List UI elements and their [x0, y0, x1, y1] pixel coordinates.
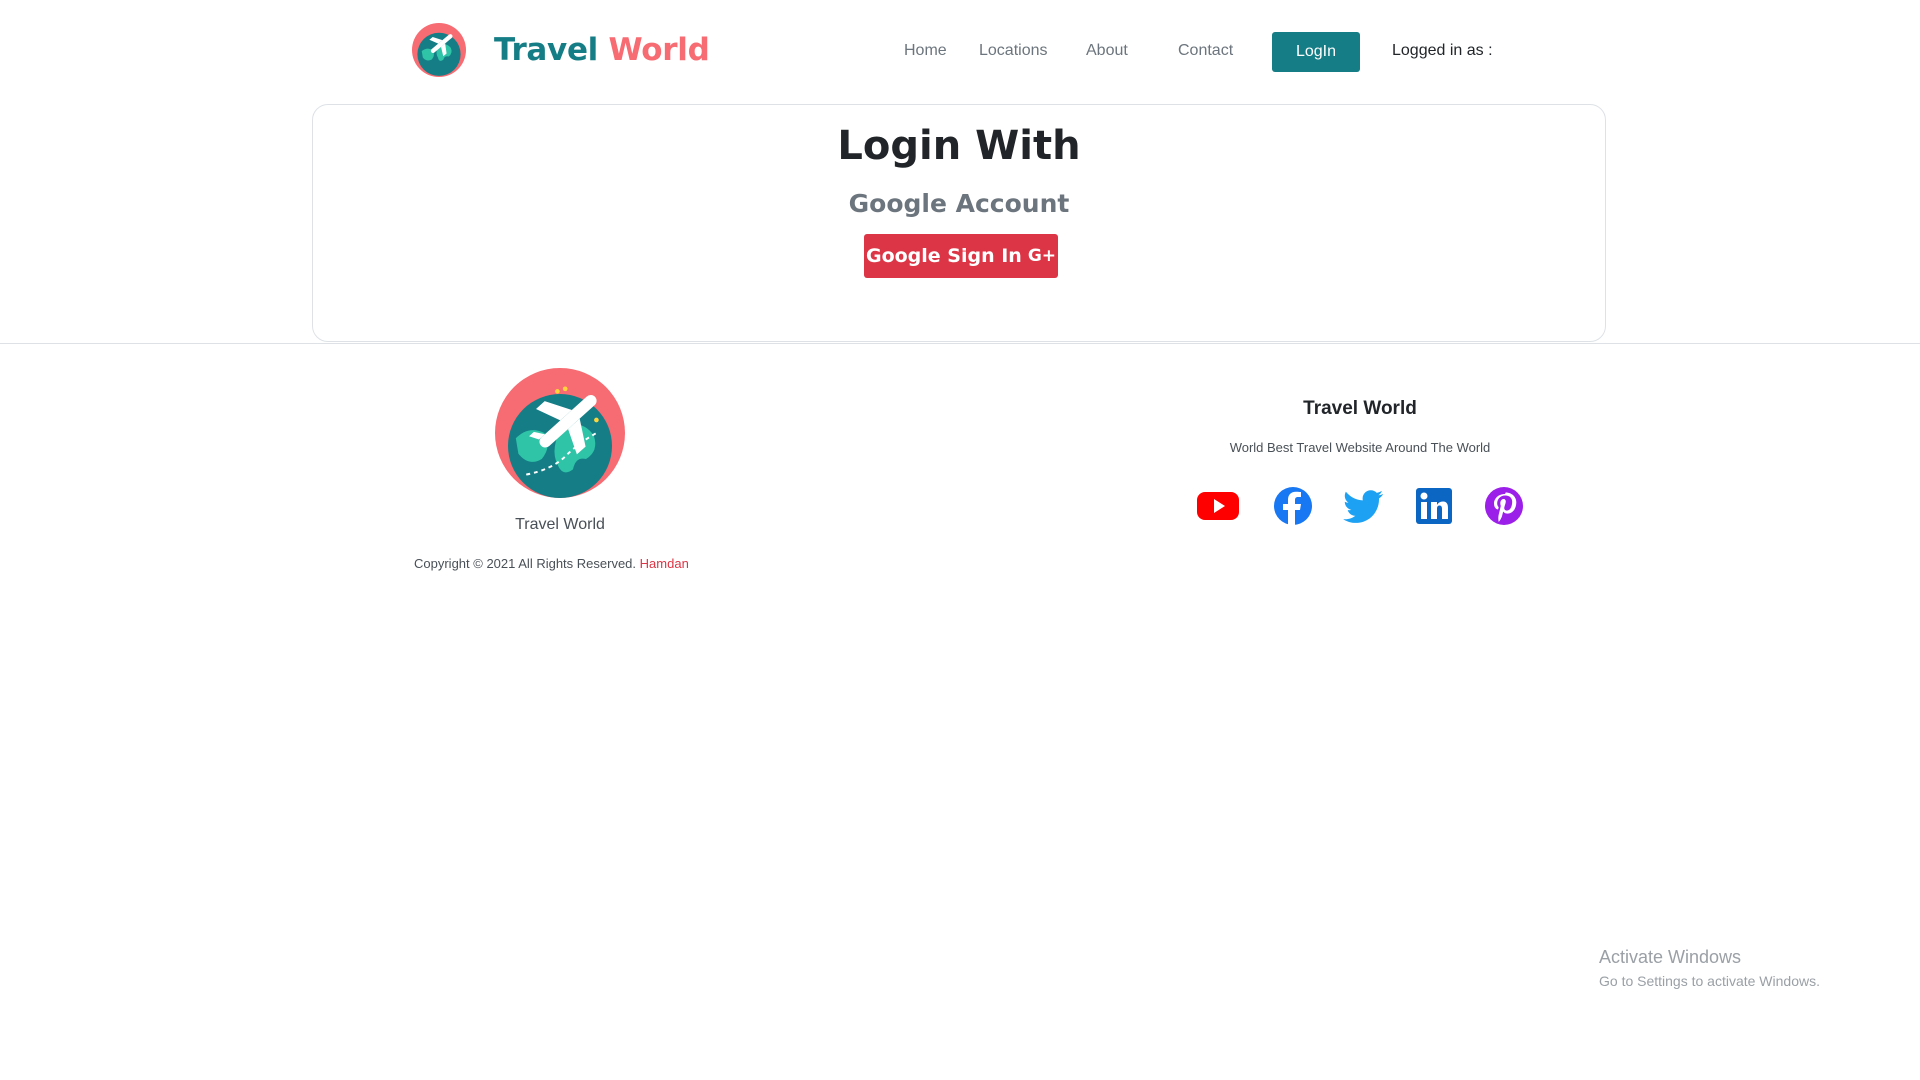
- login-button[interactable]: LogIn: [1272, 32, 1360, 72]
- brand-title-part2: World: [608, 32, 710, 68]
- facebook-icon[interactable]: [1271, 486, 1315, 526]
- login-title: Login With: [837, 123, 1081, 169]
- activate-windows-subtitle: Go to Settings to activate Windows.: [1599, 973, 1820, 989]
- footer-title: Travel World: [1303, 398, 1417, 419]
- nav-link-locations[interactable]: Locations: [979, 42, 1048, 60]
- brand[interactable]: Travel World: [412, 22, 710, 78]
- copyright-author-link[interactable]: Hamdan: [640, 556, 689, 571]
- brand-title: Travel World: [494, 32, 710, 68]
- youtube-icon[interactable]: [1196, 486, 1240, 526]
- footer-brand-name: Travel World: [515, 516, 605, 533]
- nav-link-home[interactable]: Home: [904, 42, 947, 60]
- twitter-icon[interactable]: [1342, 486, 1386, 526]
- footer-divider: [0, 343, 1920, 344]
- brand-title-part1: Travel: [494, 32, 599, 68]
- nav-link-contact[interactable]: Contact: [1178, 42, 1233, 60]
- navbar: Travel World Home Locations About Contac…: [0, 0, 1920, 104]
- footer-tagline: World Best Travel Website Around The Wor…: [1229, 440, 1491, 455]
- google-sign-in-button[interactable]: Google Sign In G+: [864, 234, 1058, 278]
- login-card: Login With Google Account Google Sign In…: [312, 104, 1606, 342]
- globe-airplane-icon: [495, 368, 625, 498]
- copyright-text: Copyright © 2021 All Rights Reserved.: [414, 556, 637, 571]
- pinterest-icon[interactable]: [1482, 486, 1526, 526]
- google-plus-icon: G+: [1027, 246, 1057, 266]
- activate-windows-title: Activate Windows: [1599, 947, 1742, 967]
- globe-airplane-icon: [412, 23, 466, 77]
- linkedin-icon[interactable]: [1412, 486, 1456, 526]
- google-sign-in-label: Google Sign In: [865, 245, 1022, 267]
- nav-link-about[interactable]: About: [1086, 42, 1128, 60]
- logged-in-status: Logged in as :: [1392, 42, 1493, 59]
- login-subtitle: Google Account: [848, 189, 1070, 218]
- copyright: Copyright © 2021 All Rights Reserved. Ha…: [414, 556, 689, 571]
